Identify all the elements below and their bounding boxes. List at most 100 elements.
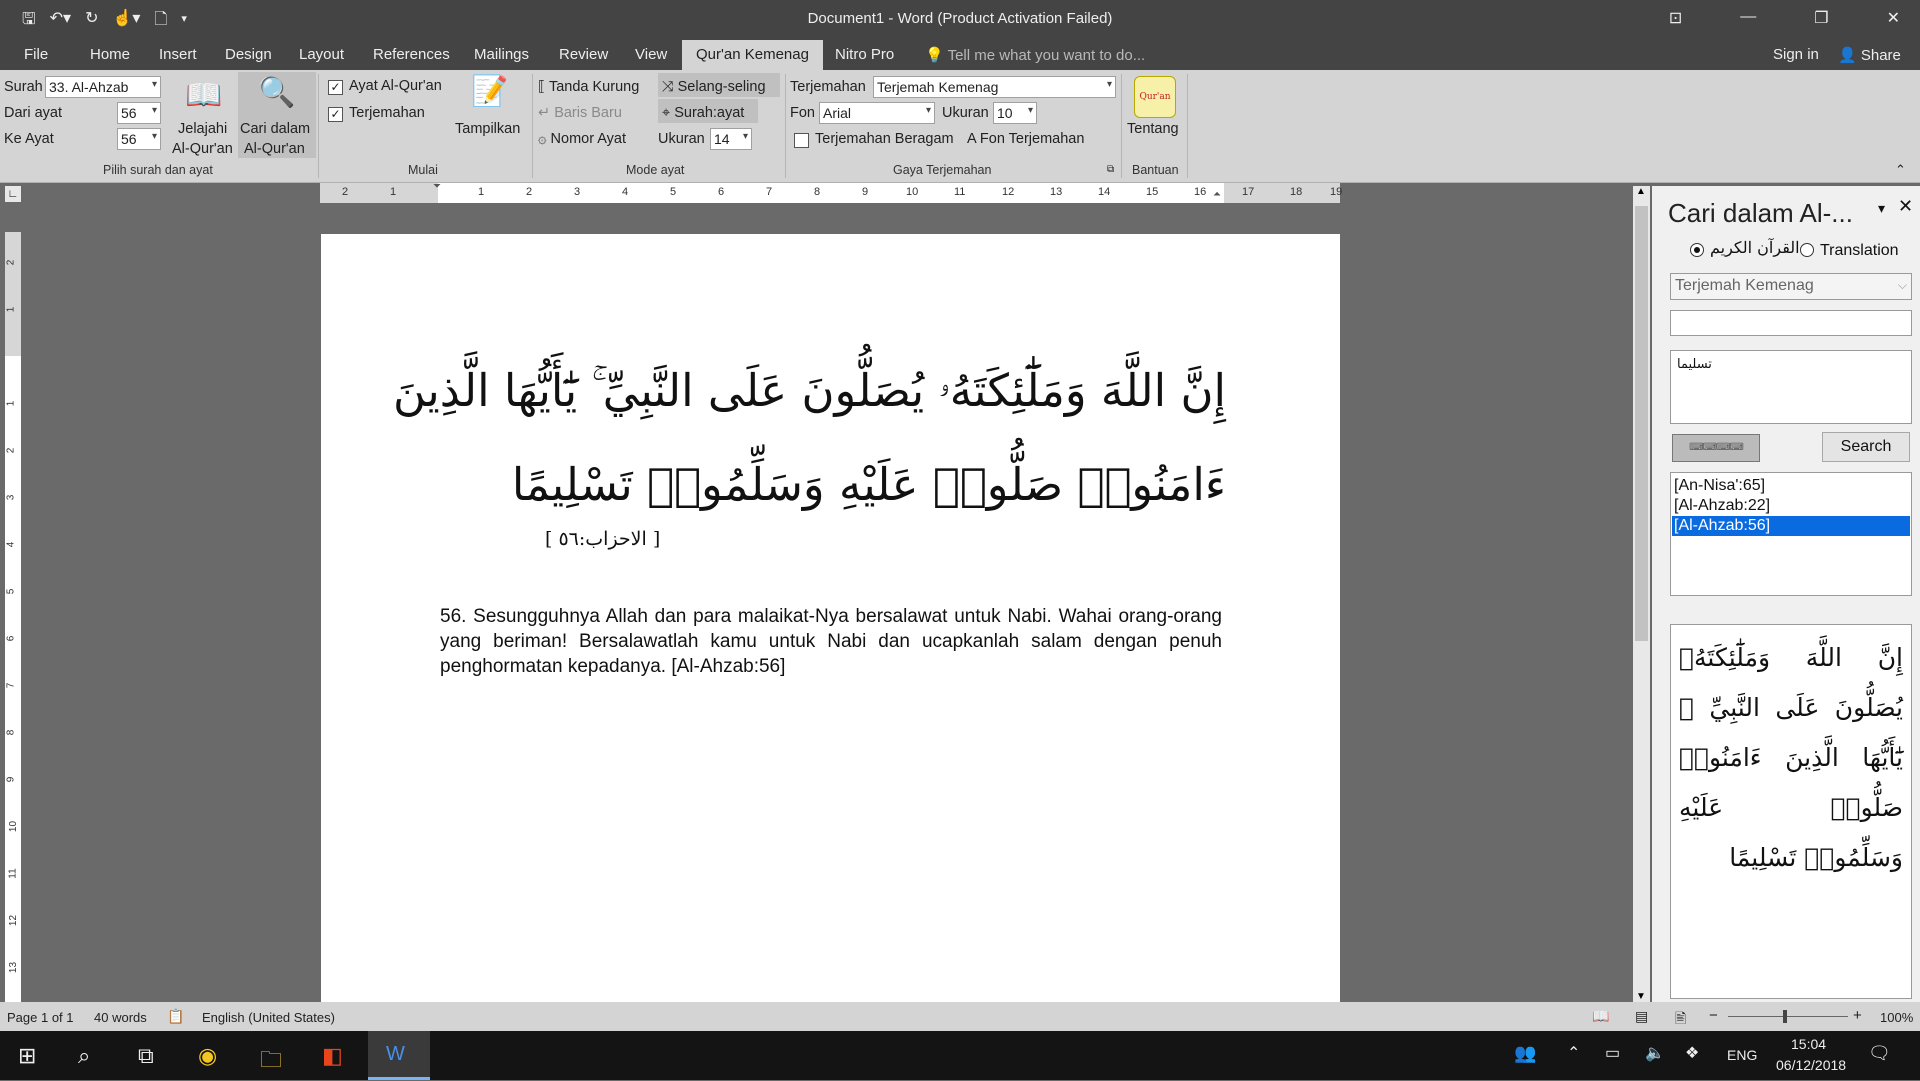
nomor-ayat-button[interactable]: ۞ Nomor Ayat [538,131,626,147]
battery-icon[interactable]: ▭ [1605,1043,1620,1063]
ukuran-select[interactable]: 14 [710,128,752,150]
show-hidden-icon[interactable]: ⌃ [1567,1043,1580,1063]
tab-nitro-pro[interactable]: Nitro Pro [835,46,894,63]
vertical-ruler[interactable]: 2 1 1 2 3 4 5 6 7 8 9 10 11 12 13 [5,232,21,1002]
fon-terjemahan-button[interactable]: A Fon Terjemahan [967,131,1084,147]
result-item-selected[interactable]: [Al-Ahzab:56] [1672,516,1910,536]
word-count[interactable]: 40 words [94,1010,147,1025]
office-icon[interactable]: ◧ [322,1043,343,1069]
minimize-icon[interactable]: — [1740,8,1756,28]
ruler-mark: 2 [342,186,349,198]
tab-references[interactable]: References [373,46,450,63]
ke-ayat-select[interactable]: 56 [117,128,161,150]
tab-selector-icon[interactable]: ∟ [5,186,21,202]
zoom-in-icon[interactable]: + [1853,1007,1862,1024]
close-icon[interactable]: ✕ [1887,8,1900,28]
scroll-up-icon[interactable]: ▲ [1636,186,1646,197]
dialog-launcher-icon[interactable]: ⧉ [1107,164,1114,175]
terjemahan-select[interactable]: Terjemah Kemenag [873,76,1116,98]
result-item[interactable]: [An-Nisa':65] [1672,476,1910,496]
windows-start-icon[interactable]: ⊞ [18,1043,36,1069]
tab-view[interactable]: View [635,46,667,63]
ruler-mark: 2 [526,186,533,198]
radio-quran[interactable] [1690,243,1704,257]
ayat-quran-checkbox[interactable]: ✓ [328,80,343,95]
ribbon-display-icon[interactable]: ⊡ [1669,8,1682,28]
tell-me-search[interactable]: 💡 Tell me what you want to do... [925,46,1145,64]
search-button[interactable]: Search [1822,432,1910,462]
web-layout-icon[interactable]: 🖹 [1675,1008,1686,1032]
tampilkan-label[interactable]: Tampilkan [455,121,520,137]
pane-close-icon[interactable]: ✕ [1898,196,1913,217]
zoom-level[interactable]: 100% [1880,1010,1913,1025]
radio-translation[interactable] [1800,243,1814,257]
scrollbar-thumb[interactable] [1635,206,1648,641]
scroll-down-icon[interactable]: ▼ [1636,991,1646,1002]
tab-home[interactable]: Home [90,46,130,63]
jelajahi-label-2[interactable]: Al-Qur'an [172,141,233,157]
arabic-keyboard-icon[interactable]: ⌨⌨⌨⌨ [1672,434,1760,462]
filter-input[interactable] [1670,310,1912,336]
tab-quran-kemenag[interactable]: Qur'an Kemenag [682,40,823,70]
tanda-kurung-button[interactable]: ⟦ Tanda Kurung [538,79,639,95]
tab-design[interactable]: Design [225,46,272,63]
people-icon[interactable]: 👥 [1514,1043,1536,1064]
quran-logo-icon[interactable]: Qur'an [1134,76,1176,118]
terjemahan-beragam-checkbox[interactable] [794,133,809,148]
ukuran2-select[interactable]: 10 [993,102,1037,124]
right-indent-marker-icon[interactable]: ⏶ [1213,189,1221,200]
task-view-icon[interactable]: ⧉ [138,1043,154,1069]
word-taskbar-active[interactable]: W [368,1031,430,1080]
page-count[interactable]: Page 1 of 1 [7,1010,74,1025]
tab-mailings[interactable]: Mailings [474,46,529,63]
indent-marker-icon[interactable]: ⏷ [433,181,441,192]
baris-baru-button[interactable]: ↵ Baris Baru [538,105,622,121]
zoom-out-icon[interactable]: − [1709,1007,1718,1024]
volume-icon[interactable]: 🔈 [1645,1043,1665,1063]
result-item[interactable]: [Al-Ahzab:22] [1672,496,1910,516]
open-book-icon[interactable]: 📖 [182,78,226,113]
proofing-icon[interactable]: 📋 [167,1008,184,1025]
pane-options-icon[interactable]: ▾ [1878,200,1885,217]
language-indicator[interactable]: English (United States) [202,1010,335,1025]
document-scrollbar[interactable]: ▲ ▼ [1633,186,1650,1002]
magnifier-icon[interactable]: 🔍 [255,75,299,110]
ruler-mark: 7 [766,186,773,198]
zoom-slider-thumb[interactable] [1783,1010,1787,1023]
cari-label-1[interactable]: Cari dalam [240,121,310,137]
tab-insert[interactable]: Insert [159,46,197,63]
clock-date[interactable]: 06/12/2018 [1776,1057,1846,1073]
horizontal-ruler[interactable]: 2 1 1 2 3 4 5 6 7 8 9 10 11 12 13 14 15 … [320,181,1342,203]
tab-review[interactable]: Review [559,46,608,63]
dropbox-icon[interactable]: ❖ [1685,1043,1699,1063]
notifications-icon[interactable]: 🗨 [1868,1043,1891,1064]
fon-select[interactable]: Arial [819,102,935,124]
translation-select[interactable]: Terjemah Kemenag ⌵ [1670,273,1912,300]
file-explorer-icon[interactable]: 🗀 [260,1043,282,1081]
tentang-label[interactable]: Tentang [1127,121,1179,137]
collapse-ribbon-icon[interactable]: ⌃ [1895,162,1906,178]
sign-in-link[interactable]: Sign in [1773,46,1819,63]
search-icon[interactable]: ⌕ [78,1043,90,1069]
print-layout-icon[interactable]: ▤ [1635,1008,1648,1025]
jelajahi-label-1[interactable]: Jelajahi [178,121,227,137]
surah-select[interactable]: 33. Al-Ahzab [45,76,161,98]
surah-ayat-button[interactable]: ⌖ Surah:ayat [662,105,744,121]
clock-time[interactable]: 15:04 [1791,1036,1826,1052]
share-button[interactable]: 👤 Share [1838,46,1901,64]
search-text-area[interactable]: تسليما [1670,350,1912,424]
cari-label-2[interactable]: Al-Qur'an [244,141,305,157]
tab-file[interactable]: File [24,46,48,63]
tab-layout[interactable]: Layout [299,46,344,63]
input-language[interactable]: ENG [1727,1047,1757,1063]
chrome-icon[interactable]: ◉ [198,1043,217,1069]
zoom-slider[interactable] [1728,1016,1848,1017]
terjemahan-beragam-label: Terjemahan Beragam [815,131,954,147]
read-mode-icon[interactable]: 📖 [1592,1008,1609,1025]
dari-ayat-select[interactable]: 56 [117,102,161,124]
selang-seling-button[interactable]: ⤨ Selang-seling [662,79,766,95]
document-page[interactable]: إِنَّ اللَّهَ وَمَلَٰٓئِكَتَهُۥ يُصَلُّو… [321,234,1340,1004]
display-icon[interactable]: 📝 [465,74,515,118]
maximize-icon[interactable]: ❐ [1814,8,1828,28]
terjemahan-checkbox[interactable]: ✓ [328,107,343,122]
